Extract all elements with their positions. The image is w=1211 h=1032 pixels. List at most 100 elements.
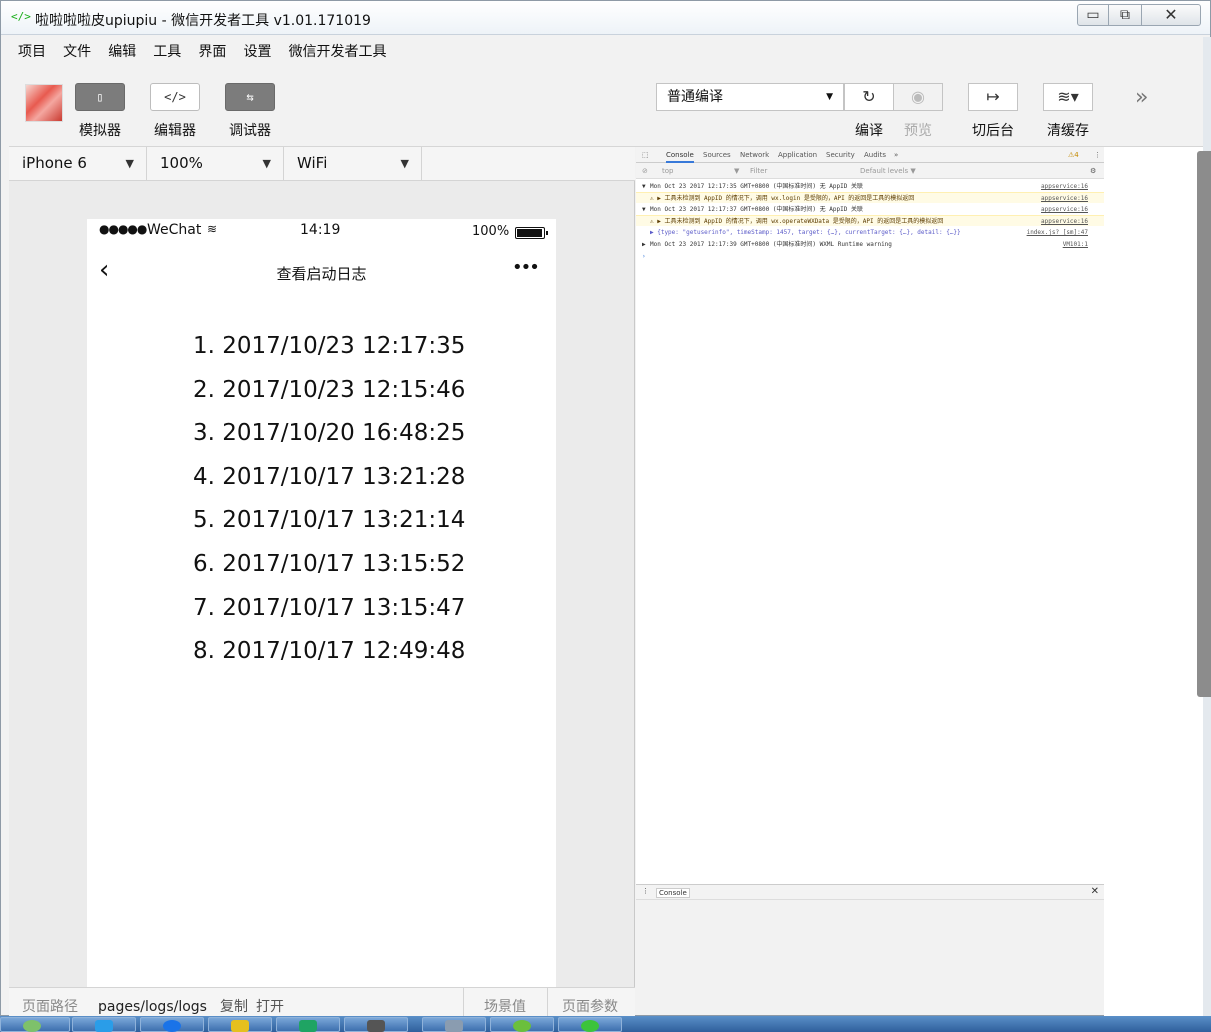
preview-button[interactable]: ◉: [893, 83, 943, 111]
compile-button[interactable]: ↻: [844, 83, 894, 111]
minimize-button[interactable]: ▭: [1077, 4, 1109, 26]
source-link[interactable]: appservice:16: [1041, 193, 1088, 203]
clear-console-icon[interactable]: ⊘: [642, 167, 648, 175]
log-item: 6. 2017/10/17 13:15:52: [193, 550, 466, 577]
console-message: Mon Oct 23 2017 12:17:39 GMT+0800 (中国标准时…: [650, 241, 892, 248]
debugger-toggle-button[interactable]: ⇆: [225, 83, 275, 111]
log-item: 5. 2017/10/17 13:21:14: [193, 507, 466, 534]
drawer-menu-icon[interactable]: ⋮: [642, 887, 649, 895]
start-orb-icon: [23, 1020, 41, 1032]
maximize-button[interactable]: ⧉: [1108, 4, 1142, 26]
console-prompt[interactable]: ›: [636, 251, 1104, 262]
dropdown-caret-icon: ▼: [826, 92, 833, 102]
device-value: iPhone 6: [22, 154, 87, 172]
source-link[interactable]: appservice:16: [1041, 181, 1088, 192]
menu-item-project[interactable]: 项目: [18, 37, 46, 67]
background-button[interactable]: ↦: [968, 83, 1018, 111]
network-select[interactable]: WiFi ▼: [284, 147, 422, 180]
console-settings-icon[interactable]: ⚙: [1090, 167, 1096, 175]
tab-security[interactable]: Security: [826, 151, 855, 159]
zoom-select[interactable]: 100% ▼: [147, 147, 284, 180]
menu-item-tools[interactable]: 工具: [153, 37, 181, 67]
compile-mode-select[interactable]: 普通编译 ▼: [656, 83, 844, 111]
taskbar-app[interactable]: [344, 1017, 408, 1032]
log-item: 4. 2017/10/17 13:21:28: [193, 463, 466, 490]
menu-item-file[interactable]: 文件: [63, 37, 91, 67]
taskbar-app[interactable]: [276, 1017, 340, 1032]
close-drawer-icon[interactable]: ✕: [1091, 886, 1099, 897]
source-link[interactable]: appservice:16: [1041, 216, 1088, 226]
app-icon: [445, 1020, 463, 1032]
log-item: 2. 2017/10/23 12:15:46: [193, 376, 466, 403]
taskbar-app[interactable]: [208, 1017, 272, 1032]
drawer-tab-console[interactable]: Console: [656, 888, 690, 898]
log-item: 1. 2017/10/23 12:17:35: [193, 333, 466, 359]
console-message: ⚠ ▶ 工具未检测到 AppID 的情况下，调用 wx.login 是受限的，A…: [650, 195, 915, 202]
console-drawer-bar: ⋮ Console ✕: [636, 884, 1104, 900]
page-title: 查看启动日志: [276, 265, 367, 283]
warning-count-badge[interactable]: ⚠4: [1068, 151, 1079, 159]
more-toolbar-icon[interactable]: »: [1135, 85, 1148, 110]
editor-toggle-button[interactable]: </>: [150, 83, 200, 111]
taskbar-app[interactable]: [490, 1017, 554, 1032]
devtools-menu-icon[interactable]: ⋮: [1094, 151, 1101, 159]
more-tabs-icon[interactable]: »: [894, 151, 898, 159]
page-path-bar: 页面路径 pages/logs/logs 复制 打开 场景值 页面参数: [9, 987, 635, 1018]
console-message: Mon Oct 23 2017 12:17:37 GMT+0800 (中国标准时…: [650, 206, 863, 213]
tab-sources[interactable]: Sources: [703, 151, 731, 159]
device-select[interactable]: iPhone 6 ▼: [9, 147, 147, 180]
more-menu-icon[interactable]: •••: [512, 257, 540, 278]
devtools-panel: ⬚ Console Sources Network Application Se…: [636, 147, 1104, 899]
device-bar: iPhone 6 ▼ 100% ▼ WiFi ▼: [9, 147, 635, 181]
taskbar-app[interactable]: [422, 1017, 486, 1032]
devtools-tab-bar: ⬚ Console Sources Network Application Se…: [636, 147, 1104, 163]
start-button[interactable]: [0, 1017, 70, 1032]
menu-item-settings[interactable]: 设置: [243, 37, 271, 67]
taskbar-app[interactable]: [140, 1017, 204, 1032]
title-bar: </> 啦啦啦啦皮upiupiu - 微信开发者工具 v1.01.171019 …: [1, 1, 1210, 35]
source-link[interactable]: index.js? [sm]:47: [1027, 227, 1088, 238]
console-warning-line[interactable]: ⚠ ▶ 工具未检测到 AppID 的情况下，调用 wx.login 是受限的，A…: [636, 192, 1104, 203]
app-icon: [231, 1020, 249, 1032]
source-link[interactable]: appservice:16: [1041, 204, 1088, 215]
app-icon: [299, 1020, 317, 1032]
menu-bar: 项目 文件 编辑 工具 界面 设置 微信开发者工具: [9, 37, 1203, 67]
console-object-line[interactable]: ▶ {type: "getuserinfo", timeStamp: 1457,…: [636, 227, 1104, 238]
console-message: Mon Oct 23 2017 12:17:35 GMT+0800 (中国标准时…: [650, 183, 863, 190]
tab-network[interactable]: Network: [740, 151, 769, 159]
tab-application[interactable]: Application: [778, 151, 817, 159]
console-warning-line[interactable]: ⚠ ▶ 工具未检测到 AppID 的情况下，调用 wx.operateWXDat…: [636, 215, 1104, 226]
close-button[interactable]: ✕: [1141, 4, 1201, 26]
simulator-pane: iPhone 6 ▼ 100% ▼ WiFi ▼ ●●●●● WeChat ≋ …: [9, 147, 635, 1018]
levels-select[interactable]: Default levels ▼: [860, 167, 916, 175]
chevron-down-icon: ▼: [400, 157, 409, 170]
battery-percent: 100%: [472, 224, 510, 239]
tab-console[interactable]: Console: [666, 151, 694, 163]
console-group-line[interactable]: ▼ Mon Oct 23 2017 12:17:35 GMT+0800 (中国标…: [636, 181, 1104, 192]
inspect-icon[interactable]: ⬚: [642, 151, 649, 159]
taskbar-app[interactable]: [558, 1017, 622, 1032]
chevron-down-icon: ▼: [734, 167, 740, 175]
console-group-line[interactable]: ▼ Mon Oct 23 2017 12:17:37 GMT+0800 (中国标…: [636, 204, 1104, 215]
taskbar-app[interactable]: [72, 1017, 136, 1032]
context-select[interactable]: top: [662, 167, 673, 175]
launch-log-list: 1. 2017/10/23 12:17:35 2. 2017/10/23 12:…: [193, 329, 465, 678]
filter-input[interactable]: Filter: [750, 167, 767, 175]
side-scrollbar[interactable]: [1197, 151, 1211, 697]
window-title: 啦啦啦啦皮upiupiu - 微信开发者工具 v1.01.171019: [35, 13, 371, 29]
console-message: ▶ {type: "getuserinfo", timeStamp: 1457,…: [650, 229, 961, 236]
clear-cache-button[interactable]: ≋▾: [1043, 83, 1093, 111]
source-link[interactable]: VM101:1: [1063, 239, 1088, 250]
battery-icon: [515, 227, 548, 239]
menu-item-interface[interactable]: 界面: [198, 37, 226, 67]
menu-item-edit[interactable]: 编辑: [108, 37, 136, 67]
expand-triangle-icon: ▼: [642, 183, 646, 190]
simulator-toggle-button[interactable]: ▯: [75, 83, 125, 111]
user-avatar[interactable]: [25, 84, 63, 122]
clear-cache-label: 清缓存: [1047, 123, 1089, 139]
menu-item-wechat-devtools[interactable]: 微信开发者工具: [289, 37, 387, 67]
editor-label: 编辑器: [154, 123, 196, 139]
console-group-line[interactable]: ▶ Mon Oct 23 2017 12:17:39 GMT+0800 (中国标…: [636, 239, 1104, 250]
zoom-value: 100%: [160, 154, 203, 172]
tab-audits[interactable]: Audits: [864, 151, 886, 159]
